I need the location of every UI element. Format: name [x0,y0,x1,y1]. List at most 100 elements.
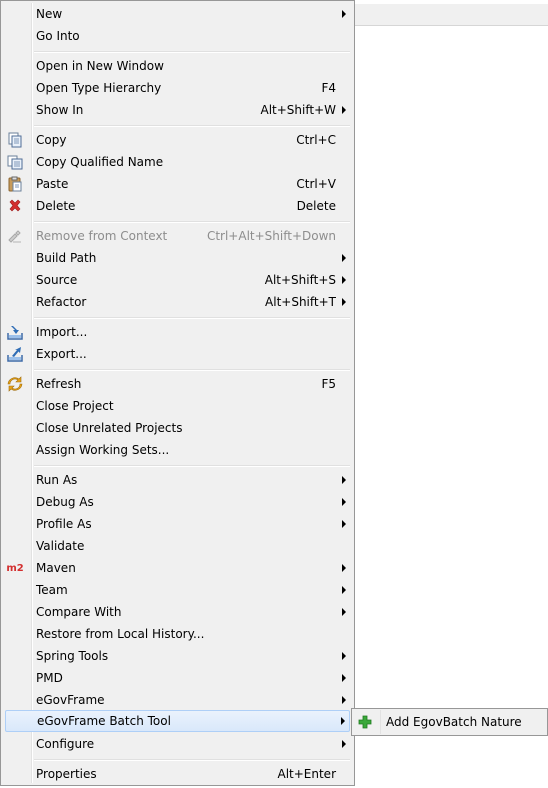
menu-item-label: Remove from Context [36,229,168,243]
menu-item-label: Go Into [36,29,80,43]
menu-item-close-unrelated-projects[interactable]: Close Unrelated Projects [3,417,352,439]
submenu-item-label: Add EgovBatch Nature [386,715,522,729]
menu-item-build-path[interactable]: Build Path [3,247,352,269]
menu-item-run-as[interactable]: Run As [3,469,352,491]
menu-item-label: Run As [36,473,78,487]
menu-item-show-in[interactable]: Show In Alt+Shift+W [3,99,352,121]
menu-item-label: Spring Tools [36,649,109,663]
submenu-item-add-egovbatch-nature[interactable]: Add EgovBatch Nature [352,711,547,733]
submenu-arrow-icon [342,586,346,594]
menu-item-close-project[interactable]: Close Project [3,395,352,417]
add-plus-icon [357,714,373,730]
paste-icon [7,176,23,192]
delete-icon [7,198,23,214]
menu-item-label: Open Type Hierarchy [36,81,162,95]
menu-item-label: Close Unrelated Projects [36,421,183,435]
menu-item-shortcut: Alt+Shift+W [260,103,337,117]
menu-item-compare-with[interactable]: Compare With [3,601,352,623]
copy-icon [7,132,23,148]
menu-item-restore-from-local-history[interactable]: Restore from Local History... [3,623,352,645]
menu-item-shortcut: Ctrl+Alt+Shift+Down [206,229,336,243]
copy-qualified-name-icon [7,154,23,170]
menu-item-label: Validate [36,539,85,553]
menu-item-label: Build Path [36,251,97,265]
submenu-arrow-icon [342,564,346,572]
menu-item-import[interactable]: Import... [3,321,352,343]
maven-icon-text: m2 [6,562,24,574]
editor-tab-strip [355,4,548,26]
submenu-arrow-icon [342,674,346,682]
menu-item-shortcut: Ctrl+V [296,177,336,191]
menu-item-pmd[interactable]: PMD [3,667,352,689]
menu-item-assign-working-sets[interactable]: Assign Working Sets... [3,439,352,461]
menu-item-label: Assign Working Sets... [36,443,170,457]
submenu-arrow-icon [342,520,346,528]
menu-item-label: Maven [36,561,76,575]
menu-item-properties[interactable]: Properties Alt+Enter [3,763,352,785]
menu-item-delete[interactable]: Delete Delete [3,195,352,217]
export-icon [7,346,23,362]
menu-item-remove-from-context: Remove from Context Ctrl+Alt+Shift+Down [3,225,352,247]
submenu-arrow-icon [342,696,346,704]
menu-item-label: Paste [36,177,69,191]
menu-item-export[interactable]: Export... [3,343,352,365]
menu-item-new[interactable]: New [3,3,352,25]
menu-item-egovframe-batch-tool[interactable]: eGovFrame Batch Tool [5,710,350,732]
menu-item-label: Delete [36,199,76,213]
menu-item-team[interactable]: Team [3,579,352,601]
menu-item-label: Profile As [36,517,92,531]
submenu-arrow-icon [342,476,346,484]
menu-separator [34,369,350,371]
submenu-arrow-icon [342,608,346,616]
menu-item-label: Debug As [36,495,94,509]
menu-item-debug-as[interactable]: Debug As [3,491,352,513]
menu-item-refactor[interactable]: Refactor Alt+Shift+T [3,291,352,313]
menu-item-maven[interactable]: m2 Maven [3,557,352,579]
menu-item-refresh[interactable]: Refresh F5 [3,373,352,395]
menu-separator [34,317,350,319]
editor-area [357,26,548,788]
menu-item-egovframe[interactable]: eGovFrame [3,689,352,711]
submenu-arrow-icon [342,106,346,114]
menu-item-label: Properties [36,767,97,781]
menu-item-open-in-new-window[interactable]: Open in New Window [3,55,352,77]
menu-separator [34,465,350,467]
submenu-arrow-icon [342,276,346,284]
menu-item-label: Team [36,583,68,597]
remove-from-context-icon [7,228,23,244]
menu-item-label: Import... [36,325,88,339]
menu-item-label: Copy [36,133,67,147]
menu-item-copy-qualified-name[interactable]: Copy Qualified Name [3,151,352,173]
menu-item-label: Compare With [36,605,122,619]
menu-separator [34,51,350,53]
menu-item-profile-as[interactable]: Profile As [3,513,352,535]
menu-item-configure[interactable]: Configure [3,733,352,755]
menu-item-shortcut: F5 [321,377,336,391]
menu-item-label: Refactor [36,295,87,309]
menu-item-go-into[interactable]: Go Into [3,25,352,47]
menu-item-label: Refresh [36,377,82,391]
submenu-arrow-icon [342,10,346,18]
menu-item-validate[interactable]: Validate [3,535,352,557]
menu-item-label: eGovFrame [36,693,105,707]
submenu-arrow-icon [342,254,346,262]
menu-item-label: Restore from Local History... [36,627,205,641]
menu-item-label: Show In [36,103,84,117]
menu-item-source[interactable]: Source Alt+Shift+S [3,269,352,291]
submenu-arrow-icon [341,717,345,725]
menu-item-label: Export... [36,347,87,361]
menu-item-shortcut: F4 [321,81,336,95]
submenu-arrow-icon [342,298,346,306]
menu-item-copy[interactable]: Copy Ctrl+C [3,129,352,151]
menu-item-shortcut: Alt+Shift+S [264,273,336,287]
menu-item-open-type-hierarchy[interactable]: Open Type Hierarchy F4 [3,77,352,99]
submenu-arrow-icon [342,652,346,660]
menu-item-label: eGovFrame Batch Tool [37,714,171,728]
context-menu: New Go Into Open in New Window Open Type… [0,0,355,786]
menu-item-label: New [36,7,63,21]
egovframe-batch-tool-submenu: Add EgovBatch Nature [351,708,548,736]
maven-m2-icon: m2 [6,560,24,576]
menu-item-spring-tools[interactable]: Spring Tools [3,645,352,667]
menu-separator [34,125,350,127]
menu-item-paste[interactable]: Paste Ctrl+V [3,173,352,195]
